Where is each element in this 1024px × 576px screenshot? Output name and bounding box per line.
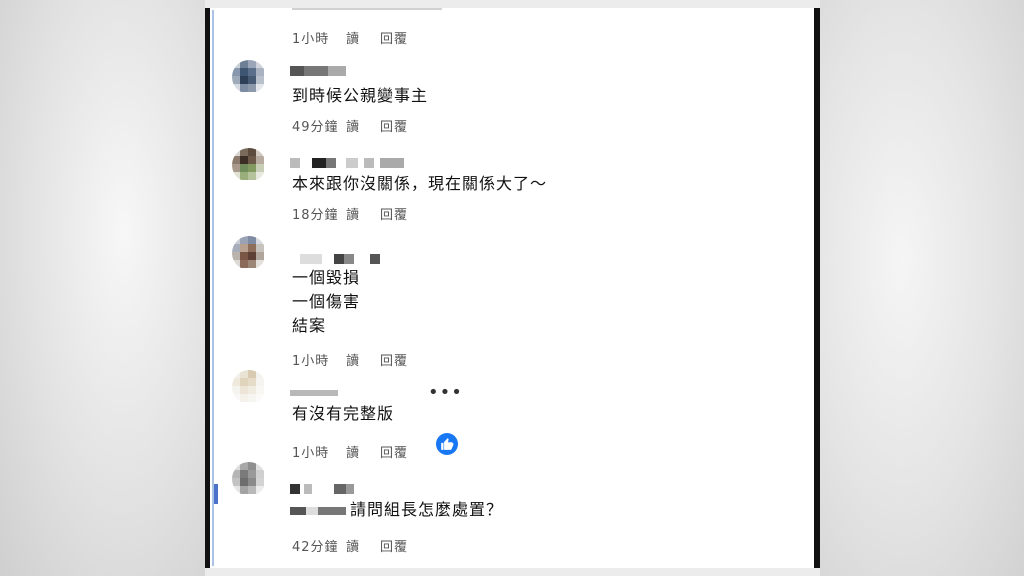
comment-text: 請問組長怎麼處置？ <box>350 500 504 519</box>
reply-link[interactable]: 回覆 <box>380 28 408 47</box>
comment-text: 一個毀損 一個傷害 結案 <box>292 268 361 335</box>
blurred-background-right <box>820 0 1024 576</box>
comment-meta: 49分鐘讀回覆 <box>292 116 408 135</box>
comment-meta: 42分鐘讀回覆 <box>292 536 408 555</box>
avatar[interactable] <box>232 148 266 182</box>
comment-time: 18分鐘 <box>292 208 339 223</box>
comment-time: 1小時 <box>292 32 330 47</box>
comment-item: 到時候公親變事主 49分鐘讀回覆 <box>210 60 814 144</box>
thumbs-up-icon[interactable] <box>436 433 458 455</box>
comment-text-cropped <box>292 8 442 12</box>
tagged-name-blurred[interactable] <box>290 504 348 516</box>
thread-line <box>212 10 214 566</box>
avatar[interactable] <box>232 462 266 496</box>
read-link[interactable]: 讀 <box>346 350 380 369</box>
avatar[interactable] <box>232 236 266 270</box>
blurred-background-left <box>0 0 205 576</box>
author-name-blurred[interactable] <box>290 484 360 496</box>
reply-link[interactable]: 回覆 <box>380 442 408 461</box>
comment-time: 1小時 <box>292 446 330 461</box>
author-name-blurred[interactable] <box>290 254 380 266</box>
reply-link[interactable]: 回覆 <box>380 536 408 555</box>
comment-time: 42分鐘 <box>292 540 339 555</box>
read-link[interactable]: 讀 <box>346 116 380 135</box>
comment-item: 一個毀損 一個傷害 結案 1小時 讀回覆 <box>210 236 814 369</box>
read-link[interactable]: 讀 <box>346 442 380 461</box>
comment-item: 本來跟你沒關係，現在關係大了～ 18分鐘讀回覆 <box>210 148 814 232</box>
comment-item: 有沒有完整版 1小時 讀回覆 <box>210 370 814 461</box>
author-name-blurred[interactable] <box>290 66 350 78</box>
highlight-marker <box>214 484 218 504</box>
read-link[interactable]: 讀 <box>346 28 380 47</box>
comment-meta: 1小時 讀回覆 <box>292 350 408 369</box>
comment-meta: 1小時 讀回覆 <box>292 442 408 461</box>
comment-text: 有沒有完整版 <box>292 404 395 423</box>
read-link[interactable]: 讀 <box>346 204 380 223</box>
avatar[interactable] <box>232 60 266 94</box>
comment-item: 1小時 讀回覆 <box>210 8 814 56</box>
reply-link[interactable]: 回覆 <box>380 204 408 223</box>
author-name-blurred[interactable] <box>290 158 410 170</box>
avatar[interactable] <box>232 370 266 404</box>
reply-link[interactable]: 回覆 <box>380 116 408 135</box>
reply-link[interactable]: 回覆 <box>380 350 408 369</box>
comment-time: 1小時 <box>292 354 330 369</box>
comment-meta: 1小時 讀回覆 <box>292 28 408 47</box>
comment-item: 請問組長怎麼處置？ 42分鐘讀回覆 <box>210 462 814 562</box>
comment-text: 到時候公親變事主 <box>292 86 429 105</box>
comment-panel: 1小時讀回覆 到時候公親變事主 49分鐘讀回覆 本來跟你沒關係，現在關係大了～ … <box>210 8 814 568</box>
comment-text: 本來跟你沒關係，現在關係大了～ <box>292 174 548 193</box>
frame-border-right <box>814 8 820 568</box>
author-name-blurred[interactable] <box>290 390 340 402</box>
more-dots-icon[interactable]: ••• <box>428 382 463 403</box>
comment-meta: 18分鐘讀回覆 <box>292 204 408 223</box>
comment-time: 49分鐘 <box>292 120 339 135</box>
read-link[interactable]: 讀 <box>346 536 380 555</box>
